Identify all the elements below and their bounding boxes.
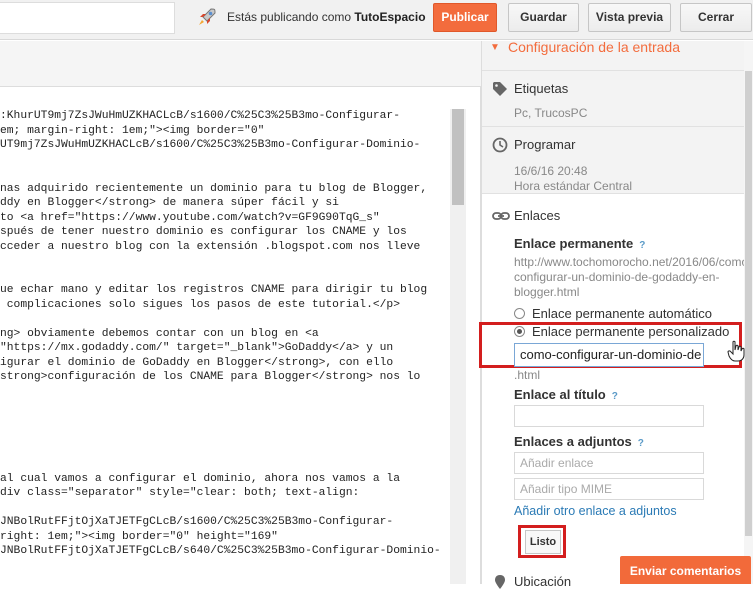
auto-permalink-label: Enlace permanente automático [532,306,712,321]
html-editor[interactable]: :KhurUT9mj7ZsJWuHmUZKHACLcB/s1600/C%25C3… [0,41,481,584]
code-line: ue echar mano y editar los registros CNA… [0,284,428,296]
editor-toolbar [0,41,481,87]
code-line: complicaciones solo sigues los pasos de … [0,298,400,311]
title-link-input[interactable] [514,405,704,427]
schedule-section[interactable]: Programar 16/6/16 20:48 Hora estándar Ce… [482,127,745,194]
attachments-help-icon[interactable]: ? [638,438,644,449]
blog-name: TutoEspacio [354,10,426,24]
mime-type-input[interactable]: Añadir tipo MIME [514,478,704,500]
location-title[interactable]: Ubicación [514,574,571,589]
clock-icon [492,137,508,153]
code-line: right: 1em;"><img border="0" height="169… [0,530,278,543]
custom-permalink-input[interactable]: como-configurar-un-dominio-de [514,343,704,367]
custom-permalink-label: Enlace permanente personalizado [532,324,730,339]
send-feedback-button[interactable]: Enviar comentarios [620,556,751,584]
schedule-title: Programar [514,137,576,152]
top-bar: Estás publicando como TutoEspacio Public… [0,0,753,40]
code-line: ng> obviamente debemos contar con un blo… [0,327,319,340]
labels-value: Pc, TrucosPC [514,106,588,120]
title-link-label: Enlace al título? [514,387,618,402]
add-another-attachment-link[interactable]: Añadir otro enlace a adjuntos [514,504,677,518]
settings-header: ▼ Configuración de la entrada [482,39,745,71]
done-button[interactable]: Listo [525,530,561,554]
labels-section[interactable]: Etiquetas Pc, TrucosPC [482,71,745,127]
code-line: nas adquirido recientemente un dominio p… [0,182,428,195]
editor-scrollbar-thumb[interactable] [452,109,464,205]
code-line: al cual vamos a configurar el dominio, a… [0,472,400,485]
code-line: UT9mj7ZsJWuHmUZKHACLcB/s1600/C%25C3%25B3… [0,139,421,151]
code-line: spués de tener nuestro dominio es config… [0,226,407,238]
post-title-input[interactable] [0,2,175,34]
labels-title: Etiquetas [514,81,569,96]
html-code-area[interactable]: :KhurUT9mj7ZsJWuHmUZKHACLcB/s1600/C%25C3… [0,109,452,584]
auto-permalink-radio[interactable] [514,308,525,319]
code-line: JNBolRutFFjtOjXaTJETFgCLcB/s1600/C%25C3%… [0,516,394,528]
code-line: "https://mx.godaddy.com/" target="_blank… [0,342,394,354]
editor-scrollbar[interactable] [450,109,466,584]
link-icon [492,212,510,220]
preview-button[interactable]: Vista previa [588,3,671,32]
hand-cursor-icon [727,340,745,362]
rocket-icon [199,8,216,25]
code-line: igurar el dominio de GoDaddy en Blogger<… [0,356,394,369]
publish-button[interactable]: Publicar [433,3,497,32]
permalink-help-icon[interactable]: ? [639,240,645,251]
panel-scrollbar-thumb[interactable] [745,71,752,536]
custom-permalink-radio[interactable] [514,326,525,337]
code-line: div class="separator" style="clear: both… [0,487,360,499]
code-line: ddy en Blogger</strong> de manera súper … [0,197,339,209]
add-link-input[interactable]: Añadir enlace [514,452,704,474]
publishing-as-text: Estás publicando como TutoEspacio [227,10,426,24]
code-line: JNBolRutFFjtOjXaTJETFgCLcB/s640/C%25C3%2… [0,545,441,557]
panel-scrollbar[interactable] [744,41,753,584]
schedule-timezone: Hora estándar Central [514,179,633,193]
code-line: cceder a nuestro blog con la extensión .… [0,240,421,253]
code-line: :KhurUT9mj7ZsJWuHmUZKHACLcB/s1600/C%25C3… [0,110,400,122]
close-button[interactable]: Cerrar [680,3,752,32]
links-section: Enlaces Enlace permanente? http://www.to… [479,194,753,589]
permalink-label: Enlace permanente? [514,236,646,251]
collapse-caret-icon[interactable]: ▼ [490,42,500,53]
save-button[interactable]: Guardar [508,3,579,32]
tag-icon [493,82,507,96]
permalink-url: http://www.tochomorocho.net/2016/06/como… [514,255,753,299]
settings-title: Configuración de la entrada [508,39,681,55]
code-line: strong>configuración de los CNAME para B… [0,371,421,383]
post-settings-panel: ▼ Configuración de la entrada Etiquetas … [479,39,753,589]
code-line: em; margin-right: 1em;"><img border="0" [0,124,265,137]
location-icon [495,575,505,589]
code-line: to <a href="https://www.youtube.com/watc… [0,211,380,224]
html-suffix: .html [514,368,541,382]
attachments-label: Enlaces a adjuntos? [514,434,644,449]
links-title: Enlaces [514,208,561,223]
title-link-help-icon[interactable]: ? [612,391,618,402]
schedule-date: 16/6/16 20:48 [514,164,588,178]
